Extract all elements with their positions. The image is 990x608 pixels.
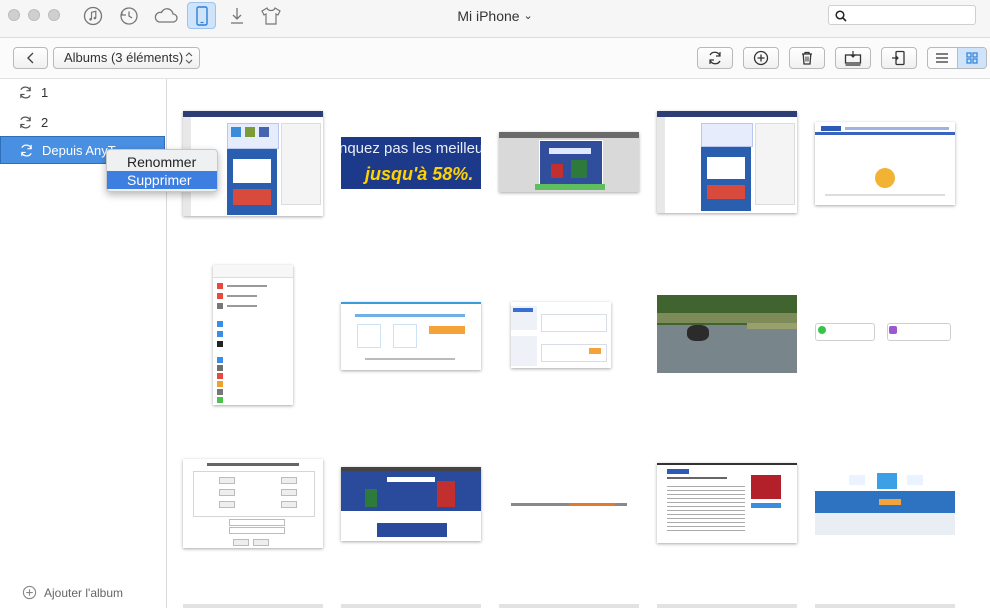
refresh-icon [709,51,721,65]
banner-text-line2: jusqu'à 58%. [365,164,474,184]
album-label: 1 [41,85,49,100]
refresh-button[interactable] [697,47,733,69]
album-context-menu: Renommer Supprimer [106,149,218,192]
music-icon[interactable] [81,4,105,28]
sync-history-icon[interactable] [117,4,141,28]
download-icon[interactable] [225,4,249,28]
grid-view-button[interactable] [956,48,986,68]
device-menu-chevron-icon[interactable]: ⌄ [523,10,532,22]
search-input[interactable] [851,7,975,25]
photo-thumbnail[interactable] [815,471,955,535]
sync-album-icon [18,115,33,133]
plus-circle-icon [22,585,37,600]
banner-text-line1: nquez pas les meilleu [341,140,481,157]
delete-menu-item[interactable]: Supprimer [107,171,217,189]
back-button[interactable] [13,47,48,69]
add-album-button[interactable]: Ajouter l'album [22,585,123,600]
tshirt-icon[interactable] [259,4,283,28]
album-label: 2 [41,115,49,130]
album-label: Depuis AnyT [42,143,116,158]
delete-button[interactable] [789,47,825,69]
updown-chevron-icon [185,48,193,76]
zoom-window-button[interactable] [48,9,60,21]
photo-thumbnail[interactable] [815,317,955,345]
photo-thumbnail[interactable] [657,604,797,608]
photo-thumbnail[interactable] [815,122,955,205]
photo-thumbnail[interactable] [657,295,797,373]
toolbar: Albums (3 éléments) [0,38,990,79]
photo-thumbnail[interactable] [183,459,323,548]
plus-circle-icon [753,50,769,66]
album-item-1[interactable]: 1 [0,79,165,107]
icloud-icon[interactable] [152,4,180,28]
photo-thumbnail[interactable] [341,467,481,541]
album-item-2[interactable]: 2 [0,109,165,137]
photo-thumbnail[interactable] [499,132,639,192]
search-icon [835,10,847,22]
rename-menu-item[interactable]: Renommer [107,153,217,171]
photo-grid: nquez pas les meilleu jusqu'à 58%. [167,79,990,608]
device-name[interactable]: Mi iPhone [457,8,519,24]
chevron-left-icon [26,52,33,64]
photo-thumbnail[interactable] [341,604,481,608]
photo-thumbnail[interactable] [657,111,797,213]
album-select[interactable]: Albums (3 éléments) [53,47,200,69]
search-box[interactable] [828,5,976,25]
grid-icon [966,52,978,64]
list-icon [936,53,949,63]
iphone-device-icon[interactable] [187,2,216,29]
trash-icon [802,51,812,65]
send-to-device-button[interactable] [881,47,917,69]
close-window-button[interactable] [8,9,20,21]
minimize-window-button[interactable] [28,9,40,21]
add-album-label: Ajouter l'album [44,585,123,600]
export-to-computer-button[interactable] [835,47,871,69]
photo-thumbnail[interactable]: nquez pas les meilleu jusqu'à 58%. [341,137,481,189]
photo-thumbnail[interactable] [183,604,323,608]
photo-thumbnail[interactable] [815,604,955,608]
photo-thumbnail[interactable] [499,604,639,608]
photo-thumbnail[interactable] [499,497,639,511]
title-bar: Mi iPhone ⌄ [0,0,990,38]
export-to-computer-icon [844,51,862,66]
photo-thumbnail[interactable] [341,302,481,370]
photo-thumbnail[interactable] [213,265,293,405]
list-view-button[interactable] [928,48,957,68]
photo-thumbnail[interactable] [657,463,797,543]
view-toggle [927,47,987,69]
album-select-label: Albums (3 éléments) [64,50,184,65]
send-to-device-icon [892,50,905,66]
add-button[interactable] [743,47,779,69]
photo-thumbnail[interactable] [511,302,611,368]
sync-album-icon [19,143,34,161]
sync-album-icon [18,85,33,103]
